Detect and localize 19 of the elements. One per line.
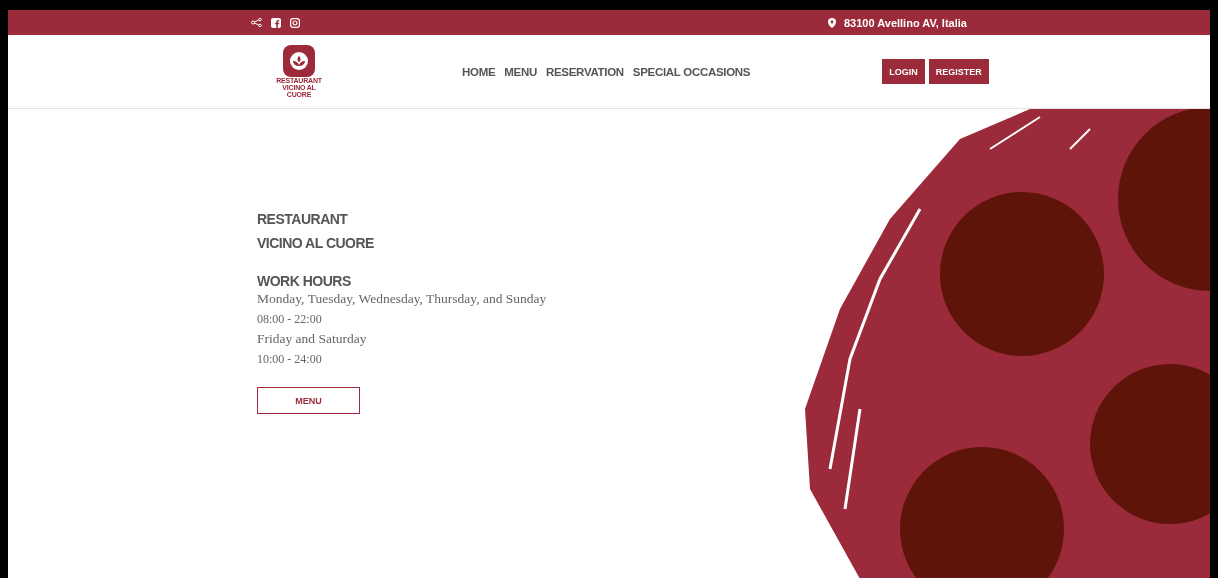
login-button[interactable]: LOGIN — [882, 59, 925, 84]
nav-link[interactable]: RESERVATION — [546, 65, 624, 78]
hours-days: Monday, Tuesday, Wednesday, Thursday, and Sunday — [257, 289, 1210, 309]
menu-button[interactable]: MENU — [257, 387, 360, 414]
restaurant-title: RESTAURANT VICINO AL CUORE — [257, 210, 375, 253]
instagram-icon[interactable] — [290, 17, 300, 28]
location-pin-icon — [828, 17, 836, 28]
register-button[interactable]: REGISTER — [928, 59, 989, 84]
nav-link[interactable]: SPECIAL OCCASIONS — [632, 65, 751, 78]
hours-days: Friday and Saturday — [257, 329, 1210, 349]
facebook-icon[interactable] — [271, 17, 281, 28]
address-text: 83100 Avellino AV, Italia — [844, 16, 967, 29]
leaf-logo-icon[interactable] — [283, 45, 315, 77]
nav-link[interactable]: MENU — [504, 65, 537, 78]
hours-time: 10:00 - 24:00 — [257, 351, 323, 368]
hours-heading: WORK HOURS — [257, 273, 352, 289]
nav-link[interactable]: HOME — [462, 65, 496, 78]
share-icon[interactable] — [251, 18, 262, 27]
hours-time: 08:00 - 22:00 — [257, 311, 323, 328]
